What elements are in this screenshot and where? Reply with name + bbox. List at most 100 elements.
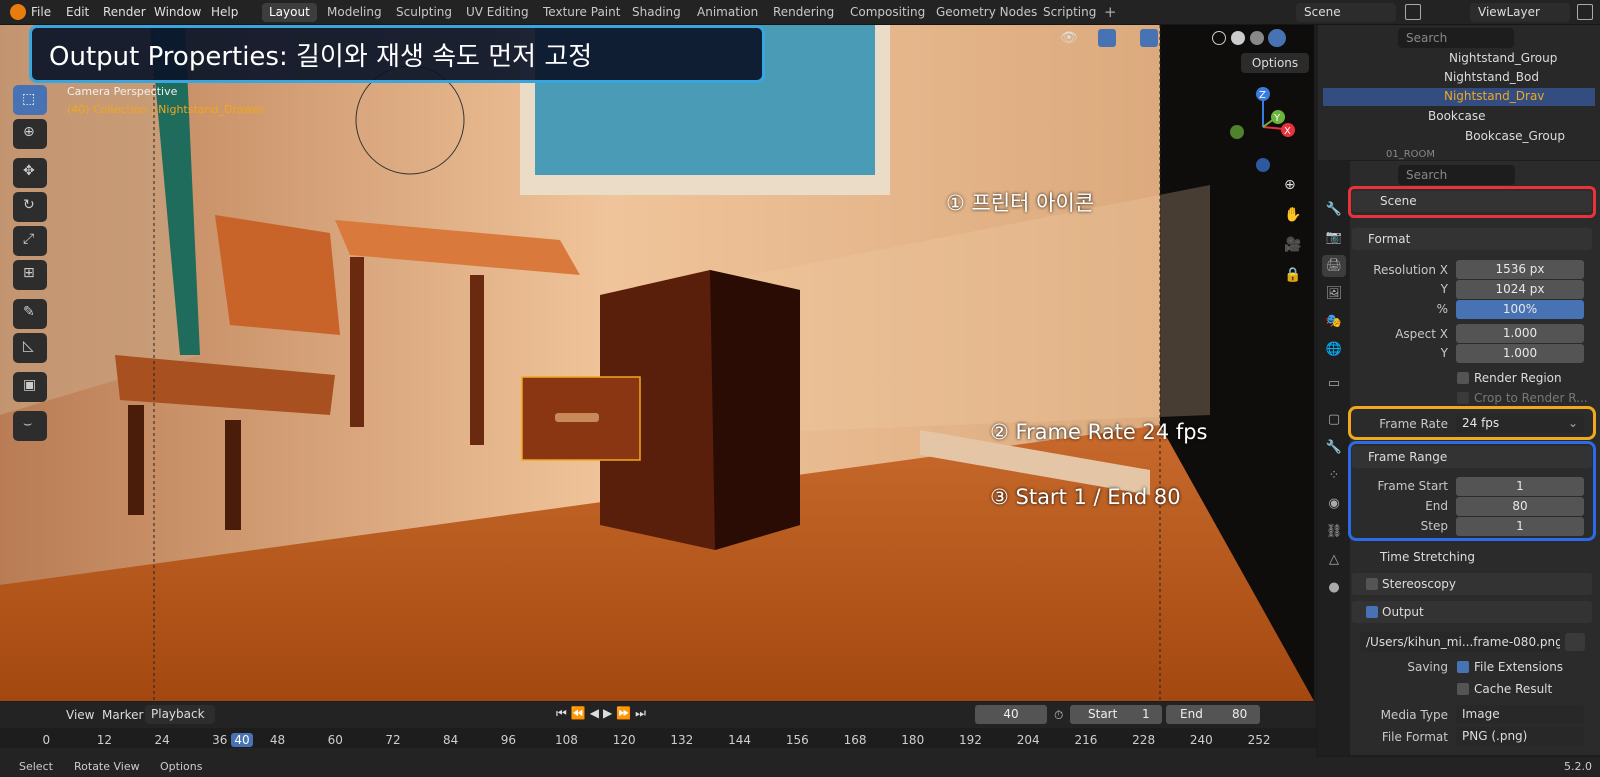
- output-checkbox[interactable]: [1366, 606, 1378, 618]
- select-box-tool[interactable]: ⬚: [13, 85, 47, 115]
- render-tab-icon[interactable]: 📷: [1322, 227, 1346, 249]
- scene-selector[interactable]: Scene: [1296, 3, 1396, 22]
- playback-dropdown[interactable]: Playback: [145, 705, 215, 724]
- file-extensions-checkbox[interactable]: [1457, 661, 1469, 673]
- particles-tab-icon[interactable]: ⁘: [1322, 465, 1346, 487]
- new-viewlayer-icon[interactable]: [1577, 4, 1593, 20]
- frame-tick: 132: [670, 733, 694, 747]
- tab-rendering[interactable]: Rendering: [766, 3, 841, 22]
- stereoscopy-checkbox[interactable]: [1366, 578, 1378, 590]
- clock-icon[interactable]: ⏱: [1054, 708, 1063, 723]
- cache-result-checkbox[interactable]: [1457, 683, 1469, 695]
- tool-tab-icon[interactable]: 🔧: [1322, 199, 1346, 221]
- rendered-shading-icon[interactable]: [1268, 29, 1286, 47]
- tab-compositing[interactable]: Compositing: [843, 3, 932, 22]
- zoom-icon[interactable]: ⊕: [1284, 177, 1296, 193]
- outliner-item[interactable]: 01_ROOM: [1386, 149, 1435, 160]
- timeline-marker-menu[interactable]: Marker: [102, 708, 143, 722]
- tab-animation[interactable]: Animation: [690, 3, 765, 22]
- output-panel-header[interactable]: Output: [1352, 601, 1592, 623]
- add-workspace-icon[interactable]: +: [1104, 3, 1117, 21]
- collection-tab-icon[interactable]: ▭: [1322, 373, 1346, 395]
- physics-tab-icon[interactable]: ◉: [1322, 493, 1346, 515]
- resolution-y-field[interactable]: 1024 px: [1456, 280, 1584, 299]
- callout-frame-rate: ② Frame Rate 24 fps: [990, 420, 1208, 444]
- aspect-x-field[interactable]: 1.000: [1456, 324, 1584, 343]
- data-tab-icon[interactable]: △: [1322, 549, 1346, 571]
- properties-search-input[interactable]: Search: [1398, 165, 1515, 185]
- menu-window[interactable]: Window: [154, 5, 201, 19]
- viewlayer-selector[interactable]: ViewLayer: [1470, 3, 1570, 22]
- resolution-x-field[interactable]: 1536 px: [1456, 260, 1584, 279]
- resolution-pct-slider[interactable]: 100%: [1456, 300, 1584, 319]
- solid-shading-icon[interactable]: [1231, 31, 1245, 45]
- aspect-y-field[interactable]: 1.000: [1456, 344, 1584, 363]
- wireframe-shading-icon[interactable]: [1212, 31, 1226, 45]
- render-region-checkbox[interactable]: [1457, 372, 1469, 384]
- tab-shading[interactable]: Shading: [625, 3, 688, 22]
- rotate-tool[interactable]: ↻: [13, 192, 47, 222]
- world-tab-icon[interactable]: 🌐: [1322, 339, 1346, 361]
- format-panel-header[interactable]: Format: [1352, 228, 1592, 250]
- tab-geometry-nodes[interactable]: Geometry Nodes: [929, 3, 1044, 22]
- menu-help[interactable]: Help: [211, 5, 238, 19]
- new-scene-icon[interactable]: [1405, 4, 1421, 20]
- modifier-tab-icon[interactable]: 🔧: [1322, 437, 1346, 459]
- options-button[interactable]: Options: [1241, 53, 1309, 73]
- material-tab-icon[interactable]: ●: [1322, 577, 1346, 599]
- timeline-start-field[interactable]: Start 1: [1070, 705, 1162, 724]
- output-path-field[interactable]: /Users/kihun_mi...frame-080.png: [1360, 632, 1560, 652]
- viewlayer-tab-icon[interactable]: 🖼: [1322, 283, 1346, 305]
- annotate-tool[interactable]: ✎: [13, 299, 47, 329]
- tab-scripting[interactable]: Scripting: [1036, 3, 1103, 22]
- pan-hand-icon[interactable]: ✋: [1284, 207, 1301, 223]
- measure-tool[interactable]: ◺: [13, 333, 47, 363]
- transform-tool[interactable]: ⊞: [13, 260, 47, 290]
- material-shading-icon[interactable]: [1250, 31, 1264, 45]
- extrude-tool[interactable]: ⌣: [13, 411, 47, 441]
- tab-texture-paint[interactable]: Texture Paint: [536, 3, 627, 22]
- add-cube-tool[interactable]: ▣: [13, 372, 47, 402]
- crop-checkbox[interactable]: [1457, 392, 1469, 404]
- 3d-viewport[interactable]: Output Properties: 길이와 재생 속도 먼저 고정 Camer…: [0, 25, 1314, 701]
- blender-logo-icon[interactable]: [10, 4, 26, 20]
- timeline-end-field[interactable]: End 80: [1166, 705, 1260, 724]
- outliner-search-input[interactable]: Search: [1398, 28, 1514, 48]
- time-stretching-panel[interactable]: Time Stretching: [1380, 550, 1475, 564]
- camera-view-icon[interactable]: 🎥: [1284, 237, 1301, 253]
- tab-sculpting[interactable]: Sculpting: [389, 3, 459, 22]
- tab-modeling[interactable]: Modeling: [320, 3, 389, 22]
- navigation-gizmo[interactable]: Z X Y: [1230, 85, 1300, 185]
- outliner-item[interactable]: Bookcase: [1428, 109, 1485, 123]
- folder-icon[interactable]: [1565, 633, 1585, 651]
- tab-uv-editing[interactable]: UV Editing: [459, 3, 536, 22]
- outliner-item[interactable]: Nightstand_Group: [1449, 51, 1557, 65]
- constraints-tab-icon[interactable]: ⛓: [1322, 521, 1346, 543]
- tab-layout[interactable]: Layout: [262, 3, 317, 22]
- output-tab-printer-icon[interactable]: 🖨: [1322, 255, 1346, 277]
- banner-title: Output Properties: 길이와 재생 속도 먼저 고정: [49, 42, 593, 72]
- current-frame-field[interactable]: 40: [975, 705, 1047, 724]
- timeline-view-menu[interactable]: View: [66, 708, 94, 722]
- outliner-item[interactable]: Nightstand_Drav: [1444, 89, 1544, 103]
- object-tab-icon[interactable]: ▢: [1322, 409, 1346, 431]
- lock-icon[interactable]: 🔒: [1284, 267, 1301, 283]
- menu-file[interactable]: File: [31, 5, 51, 19]
- cursor-tool[interactable]: ⊕: [13, 119, 47, 149]
- overlay-toggle-icon[interactable]: [1140, 29, 1158, 47]
- visibility-icon[interactable]: 👁: [1060, 30, 1078, 46]
- frame-ruler[interactable]: [0, 728, 1316, 748]
- outliner-item[interactable]: Nightstand_Bod: [1444, 70, 1539, 84]
- move-tool[interactable]: ✥: [13, 158, 47, 188]
- outliner-active-row[interactable]: Nightstand_Drav: [1323, 88, 1595, 106]
- stereoscopy-panel-header[interactable]: Stereoscopy: [1352, 573, 1592, 595]
- scene-tab-icon[interactable]: 🎭: [1322, 311, 1346, 333]
- menu-edit[interactable]: Edit: [66, 5, 89, 19]
- scale-tool[interactable]: ⤢: [13, 226, 47, 256]
- gizmo-toggle-icon[interactable]: [1098, 29, 1116, 47]
- file-format-dropdown[interactable]: PNG (.png): [1456, 727, 1584, 746]
- menu-render[interactable]: Render: [103, 5, 146, 19]
- media-type-dropdown[interactable]: Image: [1456, 705, 1584, 724]
- outliner-item[interactable]: Bookcase_Group: [1465, 129, 1565, 143]
- playback-controls[interactable]: ⏮⏪◀▶⏩⏭: [556, 706, 650, 721]
